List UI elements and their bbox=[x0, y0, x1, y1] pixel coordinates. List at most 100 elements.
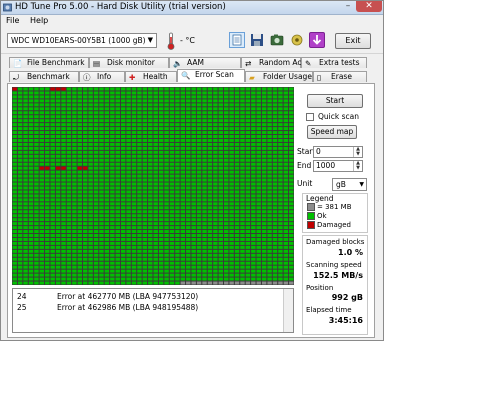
close-window-button[interactable]: ✕ bbox=[356, 1, 382, 12]
tab-folder-usage[interactable]: ▰ Folder Usage bbox=[245, 71, 313, 82]
block-ok bbox=[234, 127, 240, 131]
exit-button[interactable]: Exit bbox=[335, 33, 371, 49]
block-ok bbox=[267, 95, 272, 99]
tab-disk-monitor[interactable]: ▤ Disk monitor bbox=[89, 57, 169, 68]
drive-select[interactable]: WDC WD10EARS-00Y5B1 (1000 gB) ▼ bbox=[7, 33, 157, 48]
block-ok bbox=[131, 218, 137, 222]
block-ok bbox=[17, 119, 23, 123]
block-ok bbox=[45, 186, 50, 190]
block-ok bbox=[77, 265, 82, 269]
block-ok bbox=[72, 261, 77, 265]
block-ok bbox=[66, 138, 72, 142]
block-ok bbox=[93, 273, 99, 277]
block-ok bbox=[93, 154, 99, 158]
unit-select[interactable]: gB ▼ bbox=[332, 178, 367, 191]
tab-error-scan[interactable]: 🔍 Error Scan bbox=[177, 69, 245, 82]
block-ok bbox=[120, 162, 126, 166]
spin-arrows-icon[interactable]: ▲ ▼ bbox=[353, 147, 362, 157]
block-ok bbox=[289, 249, 294, 253]
block-ok bbox=[23, 214, 28, 218]
block-ok bbox=[283, 91, 289, 95]
block-ok bbox=[34, 123, 39, 127]
tab-random-access[interactable]: ⇄ Random Access bbox=[241, 57, 318, 68]
block-ok bbox=[261, 253, 267, 257]
block-ok bbox=[191, 178, 196, 182]
block-ok bbox=[256, 277, 261, 281]
block-ok bbox=[272, 87, 278, 91]
block-ok bbox=[120, 99, 126, 103]
block-ok bbox=[148, 127, 153, 131]
block-ok bbox=[12, 269, 17, 273]
block-ok bbox=[261, 178, 267, 182]
block-ok bbox=[186, 123, 191, 127]
save-button[interactable] bbox=[249, 32, 265, 48]
block-ok bbox=[28, 95, 34, 99]
block-ok bbox=[137, 119, 142, 123]
block-ok bbox=[164, 119, 169, 123]
block-ok bbox=[66, 210, 72, 214]
block-ok bbox=[169, 186, 175, 190]
tab-info[interactable]: ⓘ Info bbox=[79, 71, 125, 82]
block-ok bbox=[224, 206, 229, 210]
block-ok bbox=[104, 269, 110, 273]
block-ok bbox=[126, 198, 131, 202]
block-ok bbox=[251, 178, 256, 182]
block-ok bbox=[153, 214, 158, 218]
tab-erase[interactable]: ▯ Erase bbox=[313, 71, 367, 82]
damaged-swatch-icon bbox=[307, 221, 315, 229]
block-ok bbox=[126, 174, 131, 178]
block-ok bbox=[207, 265, 213, 269]
block-ok bbox=[175, 257, 180, 261]
tab-extra-tests[interactable]: ✎ Extra tests bbox=[301, 57, 367, 68]
block-ok bbox=[256, 269, 261, 273]
block-ok bbox=[218, 87, 223, 91]
block-ok bbox=[261, 257, 267, 261]
block-ok bbox=[93, 150, 99, 154]
end-field[interactable]: 1000 ▲ ▼ bbox=[313, 160, 363, 172]
copy-info-button[interactable] bbox=[229, 32, 245, 48]
tab-aam[interactable]: 🔈 AAM bbox=[169, 57, 241, 68]
menu-help[interactable]: Help bbox=[30, 16, 48, 25]
block-ok bbox=[72, 99, 77, 103]
tab-benchmark[interactable]: ⤾ Benchmark bbox=[9, 71, 79, 82]
block-ok bbox=[66, 237, 72, 241]
block-ok bbox=[137, 253, 142, 257]
screenshot-button[interactable] bbox=[269, 32, 285, 48]
block-ok bbox=[28, 131, 34, 135]
block-ok bbox=[153, 95, 158, 99]
tab-health[interactable]: ✚ Health bbox=[125, 71, 177, 82]
block-ok bbox=[77, 237, 82, 241]
block-ok bbox=[169, 146, 175, 150]
block-ok bbox=[126, 249, 131, 253]
block-ok bbox=[88, 127, 93, 131]
menu-file[interactable]: File bbox=[6, 16, 19, 25]
scanning-speed-value: 152.5 MB/s bbox=[313, 271, 363, 280]
minimize-button[interactable]: – bbox=[341, 1, 355, 12]
block-ok bbox=[45, 123, 50, 127]
start-field[interactable]: 0 ▲ ▼ bbox=[313, 146, 363, 158]
speed-map-button[interactable]: Speed map bbox=[307, 125, 357, 139]
block-ok bbox=[72, 202, 77, 206]
start-button[interactable]: Start bbox=[307, 94, 363, 108]
tab-label: File Benchmark bbox=[27, 58, 85, 67]
block-ok bbox=[202, 146, 207, 150]
spin-arrows-icon[interactable]: ▲ ▼ bbox=[353, 161, 362, 171]
log-scrollbar[interactable] bbox=[283, 289, 293, 332]
legend-title: Legend bbox=[306, 194, 334, 203]
quick-scan-checkbox[interactable] bbox=[306, 113, 314, 121]
block-ok bbox=[39, 99, 45, 103]
block-ok bbox=[283, 241, 289, 245]
download-button[interactable] bbox=[309, 32, 325, 48]
block-ok bbox=[104, 87, 110, 91]
block-ok bbox=[245, 178, 251, 182]
tab-file-benchmark[interactable]: 📄 File Benchmark bbox=[9, 57, 89, 68]
options-button[interactable] bbox=[289, 32, 305, 48]
block-ok bbox=[110, 107, 115, 111]
block-ok bbox=[272, 119, 278, 123]
block-ok bbox=[186, 206, 191, 210]
block-ok bbox=[207, 178, 213, 182]
block-ok bbox=[93, 237, 99, 241]
error-log[interactable]: 24 Error at 462770 MB (LBA 947753120) 25… bbox=[12, 288, 294, 333]
block-ok bbox=[61, 230, 66, 234]
block-ok bbox=[104, 245, 110, 249]
